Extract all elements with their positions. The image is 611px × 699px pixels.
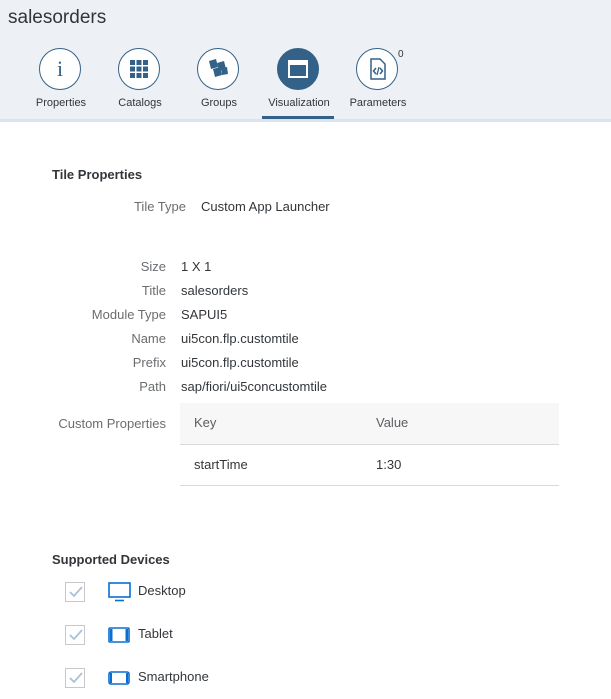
tab-label: Visualization [268,97,330,109]
parameters-count-badge: 0 [398,49,404,60]
prefix-label: Prefix [132,355,166,370]
page-title: salesorders [8,7,107,28]
groups-icon [197,48,239,90]
svg-text:i: i [57,58,63,80]
custom-properties-table: Key Value startTime 1:30 [180,403,559,486]
device-label: Desktop [138,583,186,598]
tile-type-label: Tile Type [133,199,186,214]
module-type-label: Module Type [91,307,166,322]
column-header-value: Value [376,415,409,430]
device-label: Smartphone [138,669,209,684]
table-header: Key Value [180,403,559,445]
name-value: ui5con.flp.customtile [181,331,299,346]
code-icon [356,48,398,90]
cell-key: startTime [194,457,248,472]
smartphone-icon [108,671,130,685]
title-label: Title [141,283,166,298]
name-label: Name [131,331,166,346]
tab-label: Properties [35,97,87,109]
tab-label: Catalogs [118,97,162,109]
section-title-supported-devices: Supported Devices [52,552,170,567]
info-icon: i [39,48,81,90]
module-type-value: SAPUI5 [181,307,228,322]
custom-properties-label: Custom Properties [58,416,166,431]
tab-properties[interactable]: i Properties [21,48,101,114]
tab-label: Groups [200,97,238,109]
table-row[interactable]: startTime 1:30 [180,445,559,486]
prefix-value: ui5con.flp.customtile [181,355,299,370]
tab-catalogs[interactable]: Catalogs [100,48,180,114]
tab-groups[interactable]: Groups [179,48,259,114]
column-header-key: Key [194,415,217,430]
object-header: salesorders i Properties Catalogs Groups… [0,0,611,119]
header-divider [0,119,611,122]
tablet-icon [108,627,130,643]
window-icon [277,48,319,90]
tile-type-value: Custom App Launcher [201,199,330,214]
grid-icon [118,48,160,90]
smartphone-checkbox[interactable] [65,668,85,688]
title-value: salesorders [181,283,249,298]
cell-value: 1:30 [376,457,402,472]
desktop-checkbox[interactable] [65,582,85,602]
tab-visualization[interactable]: Visualization [259,48,339,114]
device-label: Tablet [138,626,173,641]
path-value: sap/fiori/ui5concustomtile [181,379,327,394]
path-label: Path [139,379,166,394]
size-label: Size [140,259,166,274]
tab-parameters[interactable]: Parameters [338,48,418,114]
section-title-tile-properties: Tile Properties [52,167,143,182]
tablet-checkbox[interactable] [65,625,85,645]
size-value: 1 X 1 [181,259,212,274]
desktop-icon [108,582,131,602]
tab-label: Parameters [349,97,407,109]
